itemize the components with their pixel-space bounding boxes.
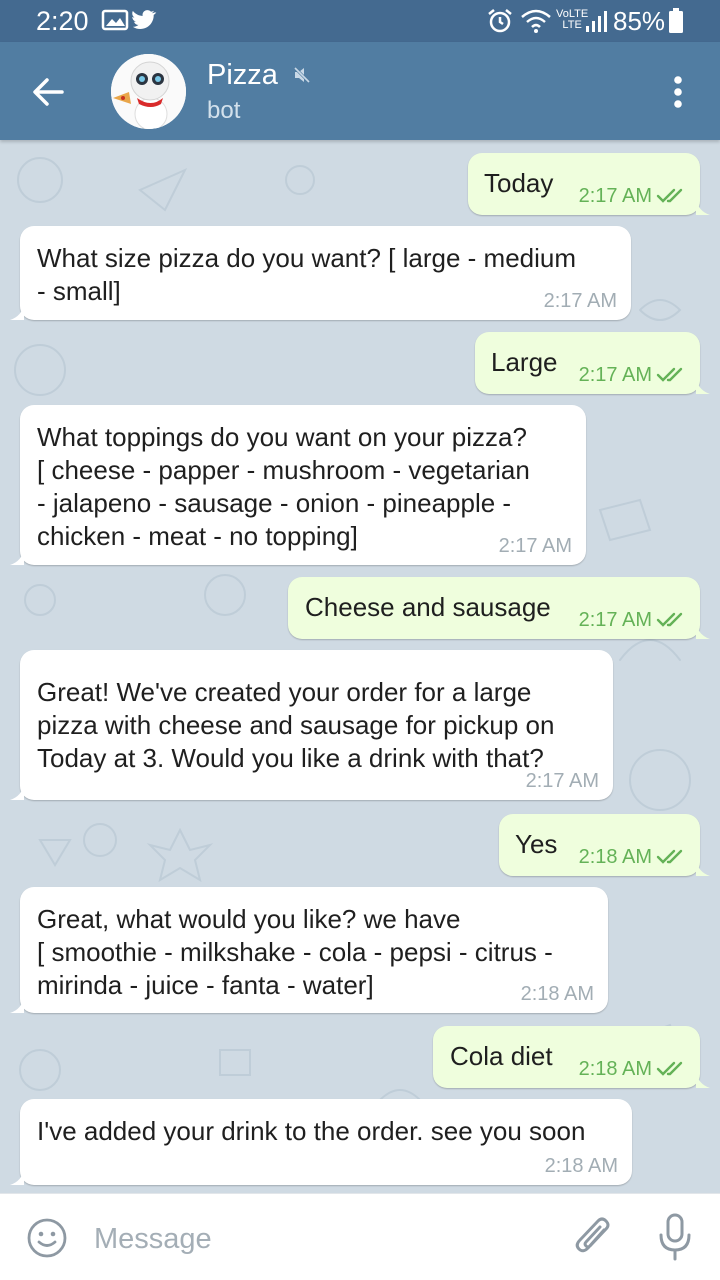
message-time: 2:17 AM (525, 770, 599, 792)
outgoing-message[interactable]: Large 2:17 AM (475, 332, 710, 394)
message-meta: 2:17 AM (544, 290, 617, 312)
incoming-message[interactable]: What toppings do you want on your pizza?… (10, 405, 586, 565)
message-input-bar (0, 1193, 720, 1280)
chat-header: Pizza bot (0, 42, 720, 140)
outgoing-message[interactable]: Today 2:17 AM (468, 153, 710, 215)
battery-icon (669, 8, 683, 33)
message-text: Cheese and sausage (305, 592, 551, 622)
bubble-tail (696, 623, 710, 639)
message-time: 2:17 AM (578, 364, 652, 386)
message-time: 2:18 AM (578, 1058, 652, 1080)
message-text: Great! We've created your order for a la… (37, 677, 555, 773)
message-time: 2:18 AM (578, 846, 652, 868)
bubble-tail (696, 860, 710, 876)
message-meta: 2:17 AM (579, 609, 686, 631)
microphone-icon[interactable] (655, 1212, 695, 1264)
double-check-icon (656, 849, 683, 864)
message-time: 2:18 AM (544, 1155, 618, 1177)
bubble-tail (10, 997, 24, 1013)
message-time: 2:17 AM (543, 290, 617, 312)
bubble-tail (696, 199, 710, 215)
more-vert-icon[interactable] (658, 64, 698, 120)
message-time: 2:18 AM (520, 983, 594, 1005)
message-text: Cola diet (450, 1041, 553, 1071)
chat-subtitle: bot (207, 97, 241, 124)
message-text: Great, what would you like? we have [ sm… (37, 904, 553, 1000)
message-meta: 2:18 AM (545, 1155, 618, 1177)
status-time: 2:20 (36, 6, 89, 36)
pizza-chef-avatar-icon (111, 54, 186, 129)
bubble-tail (10, 304, 24, 320)
message-meta: 2:17 AM (526, 770, 599, 792)
incoming-message[interactable]: What size pizza do you want? [ large - m… (10, 226, 631, 320)
bubble-tail (696, 378, 710, 394)
incoming-message[interactable]: Great, what would you like? we have [ sm… (10, 887, 608, 1013)
back-arrow-icon[interactable] (20, 64, 76, 120)
message-meta: 2:17 AM (499, 535, 572, 557)
paperclip-icon[interactable] (574, 1214, 614, 1260)
wifi-icon (521, 9, 551, 33)
signal-icon (586, 11, 607, 32)
double-check-icon (656, 367, 683, 382)
bubble-tail (696, 1072, 710, 1088)
double-check-icon (656, 188, 683, 203)
avatar[interactable] (111, 54, 186, 129)
status-bar: 2:20 VoLTE LTE 85% (0, 0, 720, 42)
mute-icon (293, 66, 311, 84)
message-text: What toppings do you want on your pizza?… (37, 422, 530, 551)
bubble-tail (10, 784, 24, 800)
chat-messages[interactable]: Today 2:17 AM What size pizza do you want?… (0, 140, 720, 1193)
message-meta: 2:18 AM (521, 983, 594, 1005)
chat-title: Pizza (207, 59, 278, 91)
message-time: 2:17 AM (578, 185, 652, 207)
message-input[interactable] (92, 1218, 556, 1260)
message-text: Large (491, 347, 558, 377)
message-meta: 2:18 AM (579, 1058, 686, 1080)
message-meta: 2:18 AM (579, 846, 686, 868)
outgoing-message[interactable]: Yes 2:18 AM (499, 814, 710, 876)
twitter-icon (132, 10, 157, 30)
message-time: 2:17 AM (498, 535, 572, 557)
double-check-icon (656, 1061, 683, 1076)
message-text: Yes (515, 829, 558, 859)
message-text: I've added your drink to the order. see … (37, 1116, 586, 1146)
message-text: Today (484, 168, 554, 198)
emoji-icon[interactable] (26, 1217, 68, 1259)
outgoing-message[interactable]: Cheese and sausage 2:17 AM (288, 577, 710, 639)
bubble-tail (10, 549, 24, 565)
message-meta: 2:17 AM (579, 185, 686, 207)
battery-percent: 85% (613, 6, 666, 36)
outgoing-message[interactable]: Cola diet 2:18 AM (433, 1026, 710, 1088)
message-text: What size pizza do you want? [ large - m… (37, 243, 577, 306)
message-time: 2:17 AM (578, 609, 652, 631)
alarm-icon (488, 9, 512, 33)
message-meta: 2:17 AM (579, 364, 686, 386)
image-icon (101, 9, 129, 31)
double-check-icon (656, 612, 683, 627)
bubble-tail (10, 1169, 24, 1185)
incoming-message[interactable]: I've added your drink to the order. see … (10, 1099, 632, 1185)
incoming-message[interactable]: Great! We've created your order for a la… (10, 650, 613, 800)
